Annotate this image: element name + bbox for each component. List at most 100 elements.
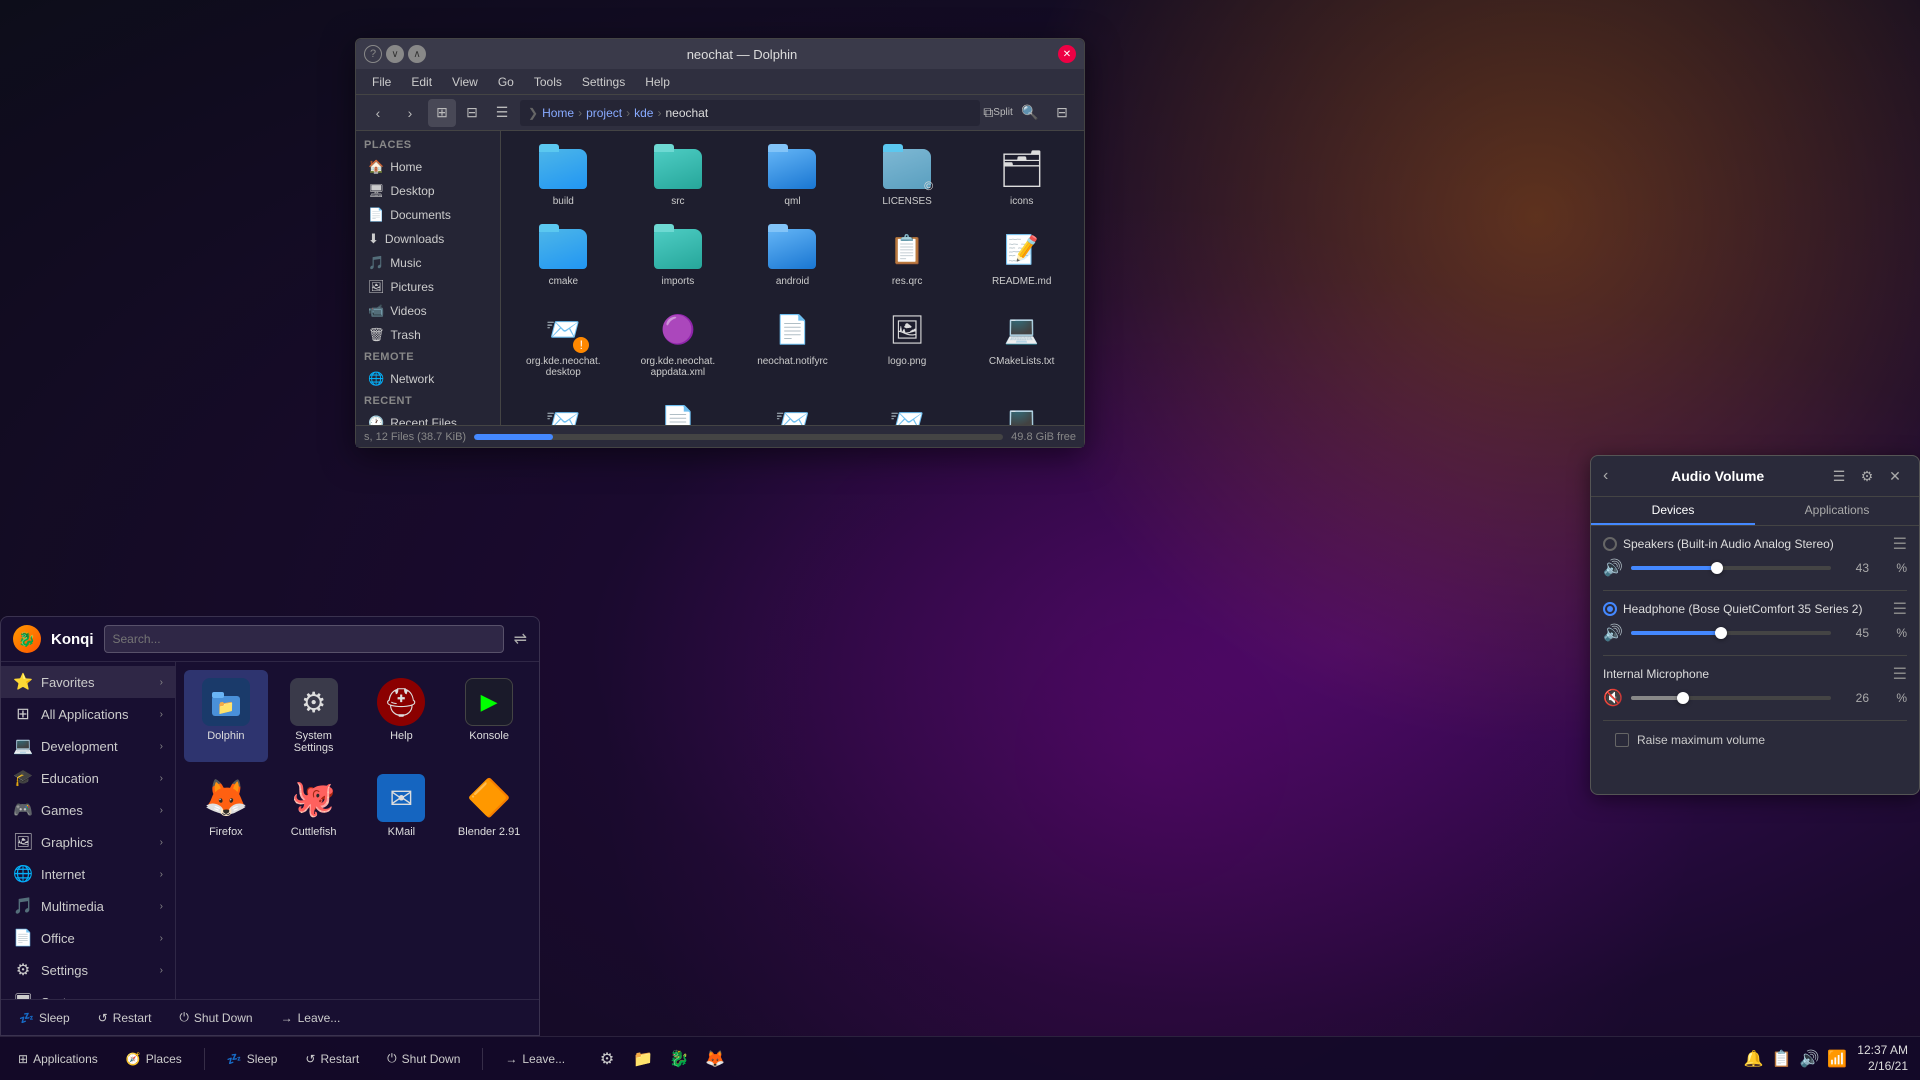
mic-menu-btn[interactable]: ☰ — [1893, 664, 1907, 684]
sidebar-item-settings[interactable]: ⚙ Settings › — [1, 954, 175, 986]
launcher-sleep-btn[interactable]: 💤 Sleep — [13, 1006, 76, 1029]
place-recent-files[interactable]: 🕐 Recent Files — [356, 411, 500, 425]
breadcrumb-neochat[interactable]: neochat — [665, 106, 708, 120]
file-item-messages[interactable]: 💻 Messages.sh — [967, 390, 1076, 425]
file-item-icons[interactable]: 🗂 icons — [967, 139, 1076, 213]
file-item-logo[interactable]: 🖼 logo.png — [853, 299, 962, 384]
file-item-qtquick[interactable]: 📄 qtquickcontrols2. — [624, 390, 733, 425]
split-btn[interactable]: ⧉ Split — [984, 99, 1012, 127]
speakers-radio[interactable] — [1603, 537, 1617, 551]
file-item-notifyrc[interactable]: 📄 neochat.notifyrc — [738, 299, 847, 384]
audio-close-btn[interactable]: ✕ — [1883, 464, 1907, 488]
launcher-restart-btn[interactable]: ↺ Restart — [92, 1006, 158, 1029]
file-item-qml[interactable]: qml — [738, 139, 847, 213]
view-compact-btn[interactable]: ⊟ — [458, 99, 486, 127]
launcher-leave-btn[interactable]: → Leave... — [275, 1006, 347, 1029]
sidebar-item-office[interactable]: 📄 Office › — [1, 922, 175, 954]
tray-konqi-icon[interactable]: 🐉 — [663, 1043, 695, 1075]
taskbar-places-btn[interactable]: 🧭 Places — [116, 1048, 192, 1070]
file-item-readme[interactable]: 📝 README.md — [967, 219, 1076, 293]
taskbar-apps-btn[interactable]: ⊞ Applications — [8, 1048, 108, 1070]
place-documents[interactable]: 📄 Documents — [356, 203, 500, 227]
file-item-neochat3[interactable]: 📨 org.kde.neochat-d... — [853, 390, 962, 425]
file-item-build[interactable]: build — [509, 139, 618, 213]
place-desktop[interactable]: 🖥 Desktop — [356, 179, 500, 203]
app-item-dolphin[interactable]: 📁 Dolphin — [184, 670, 268, 762]
sidebar-item-favorites[interactable]: ⭐ Favorites › — [1, 666, 175, 698]
mic-volume-slider[interactable] — [1631, 696, 1831, 700]
place-videos[interactable]: 📹 Videos — [356, 299, 500, 323]
back-btn[interactable]: ‹ — [364, 99, 392, 127]
clock-widget[interactable]: 12:37 AM 2/16/21 — [1857, 1043, 1908, 1074]
file-item-android[interactable]: android — [738, 219, 847, 293]
file-item-appdata[interactable]: 🟣 org.kde.neochat.appdata.xml — [624, 299, 733, 384]
window-maximize-btn[interactable]: ∧ — [408, 45, 426, 63]
file-item-imports[interactable]: imports — [624, 219, 733, 293]
headphone-radio[interactable] — [1603, 602, 1617, 616]
search-btn[interactable]: 🔍 — [1016, 99, 1044, 127]
breadcrumb-kde[interactable]: kde — [634, 106, 653, 120]
tray-dolphin-icon[interactable]: 📁 — [627, 1043, 659, 1075]
audio-menu-btn[interactable]: ☰ — [1827, 464, 1851, 488]
file-item-28logo[interactable]: 📨 28-logo.png — [509, 390, 618, 425]
breadcrumb-project[interactable]: project — [586, 106, 622, 120]
app-item-kmail[interactable]: ✉ KMail — [360, 766, 444, 846]
app-item-system-settings[interactable]: ⚙ System Settings — [272, 670, 356, 762]
mic-mute-btn[interactable]: 🔇 — [1603, 688, 1623, 708]
tray-settings-icon[interactable]: ⚙ — [591, 1043, 623, 1075]
menu-tools[interactable]: Tools — [526, 73, 570, 91]
forward-btn[interactable]: › — [396, 99, 424, 127]
sidebar-item-graphics[interactable]: 🖼 Graphics › — [1, 826, 175, 858]
sidebar-item-education[interactable]: 🎓 Education › — [1, 762, 175, 794]
menu-file[interactable]: File — [364, 73, 399, 91]
file-item-desktop[interactable]: 📨 ! org.kde.neochat.desktop — [509, 299, 618, 384]
view-icons-btn[interactable]: ⊞ — [428, 99, 456, 127]
audio-tab-devices[interactable]: Devices — [1591, 497, 1755, 525]
menu-go[interactable]: Go — [490, 73, 522, 91]
sidebar-item-multimedia[interactable]: 🎵 Multimedia › — [1, 890, 175, 922]
breadcrumb-home[interactable]: Home — [542, 106, 574, 120]
speakers-mute-btn[interactable]: 🔊 — [1603, 558, 1623, 578]
launcher-config-icon[interactable]: ⇌ — [514, 629, 527, 649]
window-minimize-btn[interactable]: ∨ — [386, 45, 404, 63]
speakers-volume-slider[interactable] — [1631, 566, 1831, 570]
menu-help[interactable]: Help — [637, 73, 678, 91]
file-item-cmake[interactable]: cmake — [509, 219, 618, 293]
notifications-icon[interactable]: 🔔 — [1744, 1049, 1764, 1069]
menu-settings[interactable]: Settings — [574, 73, 633, 91]
sidebar-item-games[interactable]: 🎮 Games › — [1, 794, 175, 826]
audio-config-btn[interactable]: ⚙ — [1855, 464, 1879, 488]
place-trash[interactable]: 🗑 Trash — [356, 323, 500, 347]
launcher-shutdown-btn[interactable]: ⏻ Shut Down — [173, 1006, 258, 1029]
taskbar-restart-btn[interactable]: ↺ Restart — [295, 1048, 369, 1070]
speakers-menu-btn[interactable]: ☰ — [1893, 534, 1907, 554]
place-downloads[interactable]: ⬇ Downloads — [356, 227, 500, 251]
audio-tab-applications[interactable]: Applications — [1755, 497, 1919, 525]
filter-btn[interactable]: ⊟ — [1048, 99, 1076, 127]
raise-max-checkbox[interactable] — [1615, 733, 1629, 747]
file-item-licenses[interactable]: © LICENSES — [853, 139, 962, 213]
window-help-btn[interactable]: ? — [364, 45, 382, 63]
taskbar-shutdown-btn[interactable]: ⏻ Shut Down — [377, 1047, 470, 1070]
place-network[interactable]: 🌐 Network — [356, 367, 500, 391]
headphone-volume-slider[interactable] — [1631, 631, 1831, 635]
file-item-src[interactable]: src — [624, 139, 733, 213]
menu-edit[interactable]: Edit — [403, 73, 440, 91]
headphone-mute-btn[interactable]: 🔊 — [1603, 623, 1623, 643]
app-item-cuttlefish[interactable]: 🐙 Cuttlefish — [272, 766, 356, 846]
sidebar-item-system[interactable]: 🖥 System › — [1, 986, 175, 999]
place-music[interactable]: 🎵 Music — [356, 251, 500, 275]
app-item-help[interactable]: ⛑ Help — [360, 670, 444, 762]
place-pictures[interactable]: 🖼 Pictures — [356, 275, 500, 299]
file-item-neochat2[interactable]: 📨 org.kde.neochat. — [738, 390, 847, 425]
app-item-firefox[interactable]: 🦊 Firefox — [184, 766, 268, 846]
clipboard-icon[interactable]: 📋 — [1772, 1049, 1792, 1069]
taskbar-leave-btn[interactable]: → Leave... — [495, 1048, 575, 1070]
file-item-res-qrc[interactable]: 📋 res.qrc — [853, 219, 962, 293]
file-item-cmakelists[interactable]: 💻 CMakeLists.txt — [967, 299, 1076, 384]
taskbar-sleep-btn[interactable]: 💤 Sleep — [217, 1048, 288, 1070]
tray-firefox-icon[interactable]: 🦊 — [699, 1043, 731, 1075]
app-item-blender[interactable]: 🔶 Blender 2.91 — [447, 766, 531, 846]
view-details-btn[interactable]: ☰ — [488, 99, 516, 127]
place-home[interactable]: 🏠 Home — [356, 155, 500, 179]
